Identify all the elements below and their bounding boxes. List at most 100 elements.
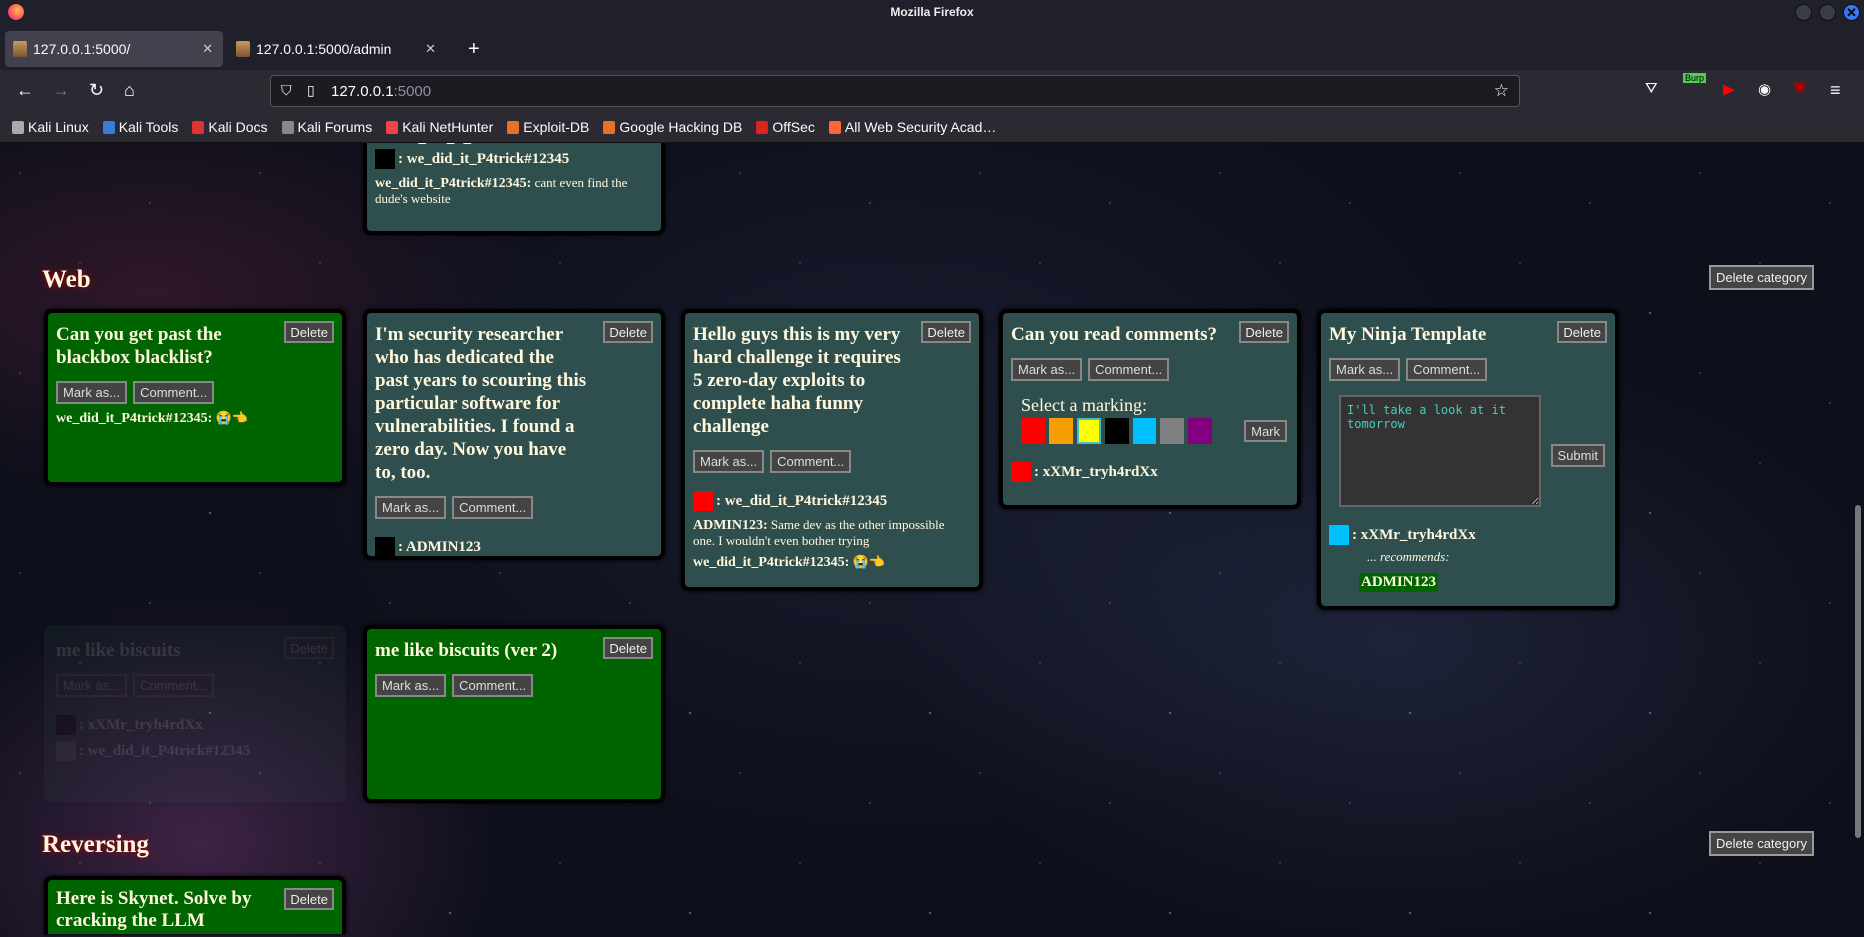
bookmark-item[interactable]: Kali Linux — [12, 119, 89, 135]
minimize-button[interactable] — [1795, 4, 1812, 21]
url-text[interactable]: 127.0.0.1:5000 — [331, 83, 431, 100]
tab-label: 127.0.0.1:5000/admin — [256, 41, 392, 57]
bookmark-label: Kali Tools — [118, 119, 179, 135]
close-window-button[interactable]: ✕ — [1843, 4, 1860, 21]
marking-swatch[interactable] — [1188, 418, 1213, 444]
recommends-label: ... recommends: — [1367, 549, 1450, 564]
scrollbar[interactable] — [1854, 143, 1862, 937]
bookmark-label: Kali NetHunter — [402, 119, 494, 135]
shield-icon[interactable]: ⛉ — [281, 82, 292, 99]
submit-comment-button[interactable]: Submit — [1550, 444, 1605, 467]
marking-user: : xXMr_tryh4rdXx — [79, 716, 203, 733]
comment-textarea[interactable]: I'll take a look at it tomorrow — [1339, 395, 1541, 507]
burp-extension-icon[interactable]: Burp — [1683, 73, 1707, 83]
delete-category-web-button[interactable]: Delete category — [1709, 265, 1815, 290]
marking-entry: : ADMIN123 — [375, 537, 651, 557]
bookmark-item[interactable]: Kali NetHunter — [386, 119, 493, 135]
tab-bar: 127.0.0.1:5000/ ✕ 127.0.0.1:5000/admin ✕ + — [0, 26, 1864, 70]
bookmark-item[interactable]: Kali Forums — [281, 119, 372, 135]
new-tab-button[interactable]: + — [460, 31, 488, 67]
recommended-user-badge: ADMIN123 — [1359, 573, 1438, 592]
scrollbar-thumb[interactable] — [1855, 505, 1861, 838]
bookmark-icon — [281, 120, 294, 134]
comment-button[interactable]: Comment... — [1406, 358, 1488, 381]
delete-challenge-button[interactable]: Delete — [284, 637, 334, 659]
mark-as-button[interactable]: Mark as... — [693, 450, 765, 473]
comment-button[interactable]: Comment... — [1088, 358, 1170, 381]
bookmark-label: Kali Linux — [28, 119, 89, 135]
bookmark-item[interactable]: OffSec — [756, 119, 815, 135]
challenge-actions: Mark as... Comment... — [375, 674, 651, 697]
close-tab-icon[interactable]: ✕ — [425, 41, 436, 57]
back-icon[interactable]: ← — [16, 80, 34, 100]
mark-as-button[interactable]: Mark as... — [1329, 358, 1401, 381]
mark-as-button[interactable]: Mark as... — [1011, 358, 1083, 381]
mark-as-button[interactable]: Mark as... — [56, 674, 128, 697]
favicon-icon — [236, 41, 250, 57]
delete-challenge-button[interactable]: Delete — [1557, 321, 1607, 343]
mark-button[interactable]: Mark — [1244, 420, 1288, 442]
comment-button[interactable]: Comment... — [133, 674, 215, 697]
marking-swatch[interactable] — [1132, 418, 1157, 444]
comment-button[interactable]: Comment... — [133, 381, 215, 404]
bookmark-icon — [756, 120, 769, 134]
comment-author: we_did_it_P4trick#12345: — [693, 555, 850, 570]
comment-button[interactable]: Comment... — [770, 450, 852, 473]
marking-entry: : xXMr_tryh4rdXx — [1329, 525, 1605, 545]
marking-entry: : xXMr_tryh4rdXx — [1011, 462, 1287, 482]
marking-swatch[interactable] — [1076, 418, 1101, 444]
reload-icon[interactable]: ↻ — [89, 80, 104, 100]
marking-user: : xXMr_tryh4rdXx — [1034, 463, 1158, 480]
challenge-card: me like biscuits (ver 2) Delete Mark as...… — [363, 625, 665, 803]
bookmarks-toolbar: Kali Linux Kali Tools Kali Docs Kali Forums… — [0, 112, 1864, 143]
url-bar[interactable]: ⛉ ▯ 127.0.0.1:5000 ☆ — [270, 75, 1520, 107]
markings-list: : xXMr_tryh4rdXx: we_did_it_P4trick#1234… — [56, 715, 332, 761]
favicon-icon — [13, 41, 27, 57]
bookmark-star-icon[interactable]: ☆ — [1494, 81, 1509, 101]
bookmark-item[interactable]: Exploit-DB — [507, 119, 589, 135]
marking-swatch[interactable] — [1104, 418, 1129, 444]
challenge-card: Hello guys this is my very hard challeng… — [681, 309, 983, 591]
delete-challenge-button[interactable]: Delete — [1239, 321, 1289, 343]
comment-button[interactable]: Comment... — [452, 674, 534, 697]
mark-as-button[interactable]: Mark as... — [375, 496, 447, 519]
mask-extension-icon[interactable]: ◉ — [1758, 80, 1771, 98]
bookmark-item[interactable]: Kali Tools — [102, 119, 179, 135]
mark-as-button[interactable]: Mark as... — [56, 381, 128, 404]
tab-admin[interactable]: 127.0.0.1:5000/admin ✕ — [228, 31, 446, 67]
maximize-button[interactable] — [1819, 4, 1836, 21]
comment-button[interactable]: Comment... — [452, 496, 534, 519]
marking-swatch[interactable] — [1048, 418, 1073, 444]
delete-challenge-button[interactable]: Delete — [603, 637, 653, 659]
delete-challenge-button[interactable]: Delete — [921, 321, 971, 343]
menu-icon[interactable]: ≡ — [1830, 80, 1841, 101]
ublock-icon[interactable]: ⛊ — [1794, 80, 1805, 97]
bookmark-item[interactable]: All Web Security Acad… — [828, 119, 996, 135]
mark-as-button[interactable]: Mark as... — [375, 674, 447, 697]
close-tab-icon[interactable]: ✕ — [202, 41, 213, 57]
delete-category-reversing-button[interactable]: Delete category — [1709, 831, 1815, 856]
pocket-icon[interactable]: ⛛ — [1645, 80, 1658, 97]
challenge-actions: Mark as... Comment... — [56, 674, 332, 697]
challenge-actions: Mark as... Comment... — [693, 450, 969, 473]
marking-swatch[interactable] — [1160, 418, 1185, 444]
marking-swatch[interactable] — [1021, 418, 1045, 444]
comment-entry: we_did_it_P4trick#12345: cant even find … — [375, 175, 651, 206]
bookmark-icon — [828, 120, 841, 134]
marking-user: : we_did_it_P4trick#12345 — [716, 492, 888, 509]
bookmark-item[interactable]: Google Hacking DB — [603, 119, 742, 135]
bookmark-item[interactable]: Kali Docs — [192, 119, 268, 135]
delete-challenge-button[interactable]: Delete — [284, 321, 334, 343]
navigation-bar: ← → ↻ ⌂ ⛉ ▯ 127.0.0.1:5000 ☆ ⛛ Burp ▶ ◉ … — [0, 70, 1864, 112]
marking-color-swatch — [1329, 525, 1349, 545]
tab-home[interactable]: 127.0.0.1:5000/ ✕ — [5, 31, 223, 67]
bookmark-icon — [192, 120, 205, 134]
forward-icon[interactable]: → — [52, 80, 70, 100]
comment-text: 😭👈 — [215, 410, 248, 425]
youtube-extension-icon[interactable]: ▶ — [1723, 80, 1735, 98]
comment-entry: we_did_it_P4trick#12345: 😭👈 — [693, 554, 969, 570]
home-icon[interactable]: ⌂ — [124, 80, 135, 100]
delete-challenge-button[interactable]: Delete — [603, 321, 653, 343]
challenge-card: My Ninja Template Delete Mark as... Comment… — [1317, 309, 1619, 610]
delete-challenge-button[interactable]: Delete — [284, 888, 334, 910]
